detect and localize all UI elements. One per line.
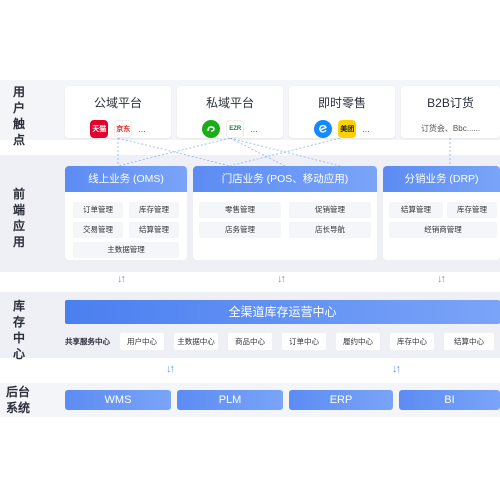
module-pill: 店务管理 [199,222,281,238]
service-pill: 库存中心 [390,333,434,350]
touchpoint-card-private: 私域平台 EZR ... [177,86,283,138]
block-title: 分销业务 (DRP) [383,166,500,192]
jd-icon: 京东 [114,120,133,138]
backend-bi: BI [399,390,500,410]
module-pill: 促销管理 [289,202,371,218]
service-pill: 用户中心 [120,333,164,350]
touchpoint-desc: 订货会、Bbc...... [420,124,481,133]
section-label-inventory: 库存中心 [12,299,25,361]
frontend-block-drp: 分销业务 (DRP) 结算管理 库存管理 经销商管理 [383,166,500,260]
frontend-block-oms: 线上业务 (OMS) 订单管理 库存管理 交易管理 结算管理 主数据管理 [65,166,187,260]
module-pill: 零售管理 [199,202,281,218]
tmall-icon: 天猫 [90,120,109,138]
block-title: 门店业务 (POS、移动应用) [193,166,377,192]
module-pill: 结算管理 [389,202,443,218]
service-pill: 履约中心 [336,333,380,350]
module-pill: 经销商管理 [389,222,497,238]
module-pill: 订单管理 [73,202,123,218]
block-title: 线上业务 (OMS) [65,166,187,192]
section-label-touchpoints: 用户触点 [12,85,25,147]
more-ellipsis: ... [138,124,146,134]
module-pill: 店长导航 [289,222,371,238]
more-ellipsis: ... [362,124,370,134]
touchpoint-title: 公域平台 [93,96,142,110]
meituan-icon: 美团 [338,120,357,138]
eleme-icon [314,120,333,138]
module-pill: 结算管理 [129,222,179,238]
section-label-backend: 后台系统 [5,385,30,415]
module-pill: 库存管理 [129,202,179,218]
module-pill: 主数据管理 [73,242,179,258]
sync-arrow-icon: ↓↑ [277,273,286,285]
backend-plm: PLM [177,390,283,410]
touchpoint-title: B2B订货 [427,96,474,110]
service-pill: 商品中心 [228,333,272,350]
touchpoint-card-public: 公域平台 天猫 京东 ... [65,86,171,138]
touchpoint-title: 即时零售 [317,96,366,110]
module-pill: 库存管理 [447,202,497,218]
more-ellipsis: ... [250,124,258,134]
section-label-frontend: 前端应用 [12,187,25,249]
inventory-center-bar: 全渠道库存运营中心 [65,300,500,324]
sync-arrow-icon: ↓↑ [166,363,175,375]
touchpoint-title: 私域平台 [205,96,254,110]
frontend-block-pos: 门店业务 (POS、移动应用) 零售管理 促销管理 店务管理 店长导航 [193,166,377,260]
touchpoint-card-instant: 即时零售 美团 ... [289,86,395,138]
backend-erp: ERP [289,390,393,410]
service-pill: 主数据中心 [174,333,218,350]
sync-arrow-icon: ↓↑ [437,273,446,285]
service-pill: 结算中心 [444,333,494,350]
module-pill: 交易管理 [73,222,123,238]
touchpoint-card-b2b: B2B订货 订货会、Bbc...... [401,86,500,138]
shared-services-label: 共享服务中心 [65,337,110,346]
backend-wms: WMS [65,390,171,410]
sync-arrow-icon: ↓↑ [392,363,401,375]
ezr-icon: EZR [226,120,245,138]
sync-arrow-icon: ↓↑ [117,273,126,285]
service-pill: 订单中心 [282,333,326,350]
miniprogram-icon [202,120,221,138]
